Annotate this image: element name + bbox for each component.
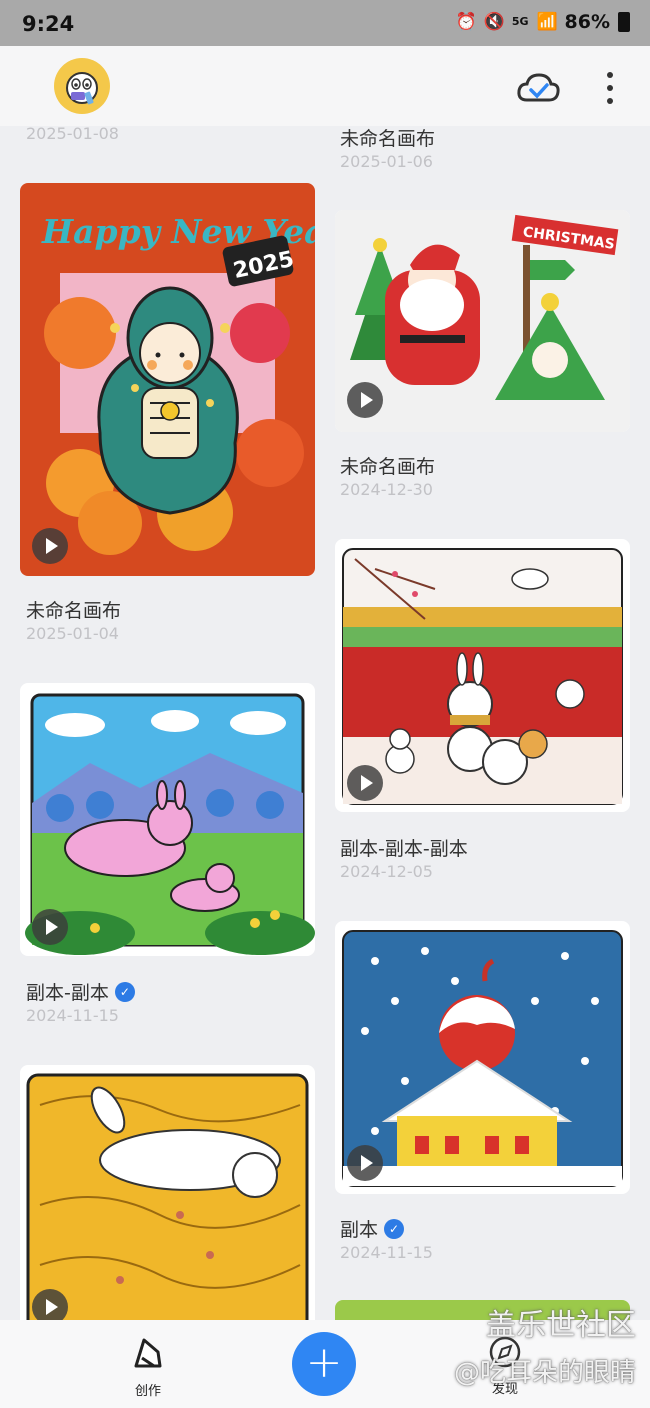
canvas-card-snow-house[interactable] bbox=[335, 921, 630, 1194]
canvas-date: 2025-01-04 bbox=[26, 624, 119, 643]
canvas-card-happy-new-year[interactable]: Happy New Year 2025 bbox=[20, 183, 315, 576]
status-bar: 9:24 ⏰ 🔇 5G 📶 86% bbox=[0, 0, 650, 46]
verified-icon: ✓ bbox=[384, 1218, 405, 1239]
plus-icon: + bbox=[305, 1337, 343, 1388]
canvas-title-text: 副本 bbox=[340, 1219, 379, 1241]
canvas-date: 2024-12-30 bbox=[340, 480, 433, 499]
canvas-date: 2024-11-15 bbox=[26, 1006, 119, 1025]
canvas-date: 2024-12-05 bbox=[340, 862, 433, 881]
canvas-title: 副本-副本-副本 bbox=[340, 834, 468, 861]
canvas-thumbnail bbox=[26, 1073, 309, 1335]
status-icons: ⏰ 🔇 5G 📶 86% bbox=[456, 11, 630, 33]
canvas-title: 副本-副本 ✓ bbox=[26, 978, 135, 1005]
canvas-title-text: 副本-副本 bbox=[26, 982, 109, 1004]
canvas-title-text: 未命名画布 bbox=[340, 128, 436, 150]
avatar[interactable] bbox=[54, 58, 110, 114]
play-icon[interactable] bbox=[347, 382, 383, 418]
canvas-title: 未命名画布 bbox=[340, 124, 435, 151]
signal-icon: 📶 bbox=[536, 12, 558, 32]
canvas-title: 未命名画布 bbox=[26, 596, 121, 623]
canvas-title-text: 未命名画布 bbox=[340, 456, 436, 478]
nav-create[interactable]: 创作 bbox=[120, 1334, 176, 1399]
more-options-icon[interactable] bbox=[598, 68, 622, 108]
mute-icon: 🔇 bbox=[483, 12, 505, 32]
status-time: 9:24 bbox=[22, 12, 75, 36]
battery-percent: 86% bbox=[564, 11, 610, 33]
canvas-title: 未命名画布 bbox=[340, 452, 435, 479]
verified-icon: ✓ bbox=[114, 981, 135, 1002]
canvas-thumbnail: Happy New Year 2025 bbox=[20, 183, 315, 576]
canvas-title-text: 未命名画布 bbox=[26, 600, 122, 622]
battery-icon bbox=[618, 12, 630, 32]
watermark-community: 盖乐世社区 bbox=[486, 1308, 636, 1343]
nav-create-label: 创作 bbox=[134, 1384, 161, 1399]
canvas-card-yellow-cat[interactable] bbox=[20, 1065, 315, 1335]
canvas-card-rabbits[interactable] bbox=[20, 683, 315, 956]
play-icon[interactable] bbox=[32, 909, 68, 945]
pen-icon bbox=[134, 1338, 162, 1368]
canvas-title: 副本 ✓ bbox=[340, 1215, 405, 1242]
canvas-date: 2025-01-06 bbox=[340, 152, 433, 171]
play-icon[interactable] bbox=[347, 765, 383, 801]
play-icon[interactable] bbox=[32, 528, 68, 564]
network-label: 5G bbox=[511, 15, 529, 28]
canvas-date: 2025-01-08 bbox=[26, 124, 119, 143]
canvas-date: 2024-11-15 bbox=[340, 1243, 433, 1262]
add-canvas-button[interactable]: + bbox=[292, 1332, 356, 1396]
canvas-card-snow-wall[interactable] bbox=[335, 539, 630, 812]
watermark-author: @吃耳朵的眼睛 bbox=[453, 1358, 636, 1388]
canvas-card-christmas[interactable]: CHRISTMAS bbox=[335, 210, 630, 432]
canvas-title-text: 副本-副本-副本 bbox=[340, 838, 468, 860]
alarm-icon: ⏰ bbox=[455, 12, 477, 32]
play-icon[interactable] bbox=[347, 1145, 383, 1181]
app-bar bbox=[0, 46, 650, 126]
cloud-sync-icon[interactable] bbox=[515, 70, 561, 106]
